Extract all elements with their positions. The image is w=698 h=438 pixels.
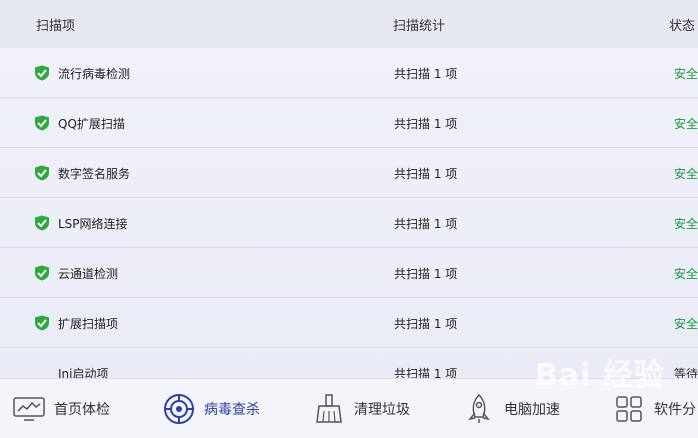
header-scan-item: 扫描项 (36, 18, 76, 34)
scan-item-count: 共扫描 1 项 (394, 167, 458, 181)
scan-item-count: 共扫描 1 项 (394, 267, 458, 281)
scan-item-name: Ini启动项 (58, 367, 109, 378)
shield-check-icon (35, 115, 49, 131)
shield-check-icon (35, 215, 49, 231)
broom-icon (312, 392, 346, 426)
scan-item-status: 安全 (674, 317, 698, 331)
nav-clean-junk[interactable]: 清理垃圾 (312, 379, 410, 438)
baidu-jingyan-watermark: Bai 经验 (535, 358, 665, 393)
scan-item-status: 安全 (674, 67, 698, 81)
shield-check-icon (35, 315, 49, 331)
scan-item-count: 共扫描 1 项 (394, 117, 458, 131)
scan-item-status: 安全 (674, 117, 698, 131)
scan-item-name: 云通道检测 (58, 267, 119, 281)
scan-item-status: 安全 (674, 267, 698, 281)
scan-item-count: 共扫描 1 项 (394, 67, 458, 81)
nav-speed-label: 电脑加速 (504, 401, 560, 418)
scan-item-name: 扩展扫描项 (58, 317, 119, 331)
nav-home-checkup[interactable]: 首页体检 (12, 379, 110, 438)
apps-grid-icon (612, 392, 646, 426)
shield-check-icon (35, 65, 49, 81)
scan-item-name: LSP网络连接 (58, 217, 128, 231)
shield-check-icon (35, 265, 49, 281)
shield-check-icon (35, 165, 49, 181)
scan-row: 扩展扫描项 共扫描 1 项 安全 (0, 298, 698, 348)
scan-item-status: 安全 (674, 217, 698, 231)
scan-item-count: 共扫描 1 项 (394, 217, 458, 231)
nav-virus-scan[interactable]: 病毒查杀 (162, 379, 260, 438)
scan-row: 云通道检测 共扫描 1 项 安全 (0, 248, 698, 298)
scan-item-name: QQ扩展扫描 (58, 117, 125, 131)
scan-list[interactable]: 流行病毒检测 共扫描 1 项 安全 QQ扩展扫描 共扫描 1 项 安全 数字签名… (0, 48, 698, 378)
header-scan-stats: 扫描统计 (393, 18, 446, 34)
header-status: 状态 (669, 18, 696, 34)
scan-item-status: 等待 (674, 367, 698, 378)
scan-row: QQ扩展扫描 共扫描 1 项 安全 (0, 98, 698, 148)
scan-row: LSP网络连接 共扫描 1 项 安全 (0, 198, 698, 248)
rocket-icon (462, 392, 496, 426)
scan-row: 数字签名服务 共扫描 1 项 安全 (0, 148, 698, 198)
nav-clean-label: 清理垃圾 (354, 401, 410, 418)
nav-software-label: 软件分 (654, 401, 696, 418)
scan-table-header: 扫描项 扫描统计 状态 (0, 0, 698, 48)
scan-row: 流行病毒检测 共扫描 1 项 安全 (0, 48, 698, 98)
scan-item-count: 共扫描 1 项 (394, 367, 458, 378)
nav-home-label: 首页体检 (54, 401, 110, 418)
scan-item-count: 共扫描 1 项 (394, 317, 458, 331)
nav-virus-label: 病毒查杀 (204, 401, 260, 418)
crosshair-icon (162, 392, 196, 426)
scan-item-name: 流行病毒检测 (58, 67, 131, 81)
monitor-chart-icon (12, 392, 46, 426)
scan-item-name: 数字签名服务 (58, 167, 131, 181)
scan-item-status: 安全 (674, 167, 698, 181)
